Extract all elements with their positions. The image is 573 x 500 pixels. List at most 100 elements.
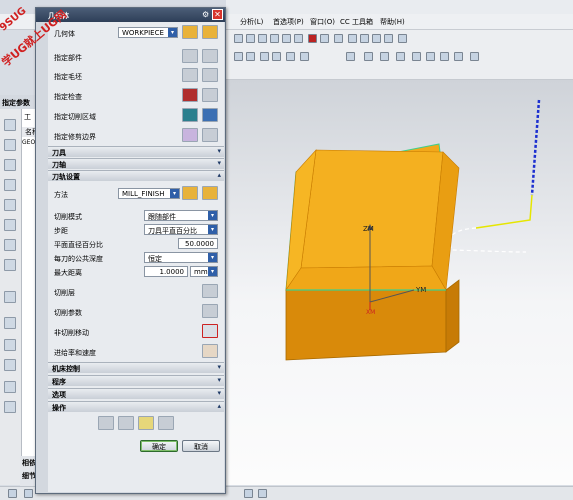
resource-doc-icon[interactable] — [4, 359, 16, 371]
close-button[interactable]: ✕ — [212, 9, 223, 20]
toolbar-snap-icon[interactable] — [396, 52, 405, 61]
toolbar-close-icon[interactable] — [470, 52, 479, 61]
toolbar-snap-icon[interactable] — [246, 52, 255, 61]
part-front-face — [285, 289, 447, 361]
cancel-button[interactable]: 取消 — [182, 440, 220, 452]
select-part-icon[interactable] — [182, 49, 198, 63]
details-panel[interactable]: 细节 — [22, 471, 36, 481]
ok-button[interactable]: 确定 — [140, 440, 178, 452]
section-actions[interactable]: 操作 ▴ — [48, 401, 224, 412]
toolbar-cube-icon[interactable] — [246, 34, 255, 43]
geometry-select[interactable]: WORKPIECE ▾ — [118, 27, 178, 38]
toolbar-snap-icon[interactable] — [440, 52, 449, 61]
list-icon[interactable] — [158, 416, 174, 430]
edit-method-icon[interactable] — [202, 186, 218, 200]
feeds-speeds-icon[interactable] — [202, 344, 218, 358]
non-cut-moves-icon[interactable] — [202, 324, 218, 338]
new-method-icon[interactable] — [182, 186, 198, 200]
resource-clock-icon[interactable] — [4, 317, 16, 329]
toolbar-wire-icon[interactable] — [294, 34, 303, 43]
toolbar-snap-icon[interactable] — [426, 52, 435, 61]
toolbar-snap-icon[interactable] — [272, 52, 281, 61]
edit-geometry-icon[interactable] — [202, 25, 218, 39]
menu-analysis[interactable]: 分析(L) — [240, 17, 263, 27]
max-distance-unit-select[interactable]: mm ▾ — [190, 266, 218, 277]
section-path-settings[interactable]: 刀轨设置 ▴ — [48, 170, 224, 181]
toolbar-snap-icon[interactable] — [364, 52, 373, 61]
resource-navigator-icon[interactable] — [4, 119, 16, 131]
toolbar-shade-icon[interactable] — [282, 34, 291, 43]
toolbar-snap-icon[interactable] — [346, 52, 355, 61]
select-cut-area-icon[interactable] — [182, 108, 198, 122]
cut-levels-icon[interactable] — [202, 284, 218, 298]
flat-diameter-label: 平面直径百分比 — [54, 241, 103, 249]
gear-icon[interactable]: ⚙ — [202, 10, 211, 19]
status-icon[interactable] — [244, 489, 253, 498]
resource-palette-icon[interactable] — [4, 291, 16, 303]
resource-help-icon[interactable] — [4, 339, 16, 351]
verify-icon[interactable] — [138, 416, 154, 430]
resource-template-icon[interactable] — [4, 199, 16, 211]
common-depth-select[interactable]: 恒定 ▾ — [144, 252, 218, 263]
menu-preferences[interactable]: 首选项(P) — [273, 17, 304, 27]
toolbar-cube-icon[interactable] — [258, 34, 267, 43]
toolbar-color-icon[interactable] — [308, 34, 317, 43]
toolbar-snap-icon[interactable] — [286, 52, 295, 61]
toolbar-snap-icon[interactable] — [412, 52, 421, 61]
toolbar-snap-icon[interactable] — [234, 52, 243, 61]
select-blank-icon[interactable] — [182, 68, 198, 82]
menu-cc-toolbox[interactable]: CC 工具箱 — [340, 17, 373, 27]
cut-params-icon[interactable] — [202, 304, 218, 318]
resource-web-icon[interactable] — [4, 219, 16, 231]
toolbar-target-icon[interactable] — [348, 34, 357, 43]
select-trim-icon[interactable] — [182, 128, 198, 142]
section-machine-control[interactable]: 机床控制 ▾ — [48, 362, 224, 373]
toolbar-sphere-icon[interactable] — [320, 34, 329, 43]
method-select[interactable]: MILL_FINISH ▾ — [118, 188, 180, 199]
generate-icon[interactable] — [98, 416, 114, 430]
status-icon[interactable] — [24, 489, 33, 498]
new-geometry-icon[interactable] — [182, 25, 198, 39]
chevron-down-icon: ▾ — [217, 159, 221, 167]
toolbar-snap-icon[interactable] — [454, 52, 463, 61]
toolbar-snap-icon[interactable] — [300, 52, 309, 61]
status-icon[interactable] — [8, 489, 17, 498]
flat-diameter-input[interactable]: 50.0000 — [178, 238, 218, 249]
section-program[interactable]: 程序 ▾ — [48, 375, 224, 386]
toolbar-sphere-icon[interactable] — [270, 34, 279, 43]
toolbar-arrow-icon[interactable] — [398, 34, 407, 43]
display-check-icon[interactable] — [202, 88, 218, 102]
section-tool[interactable]: 刀具 ▾ — [48, 146, 224, 157]
max-distance-input[interactable]: 1.0000 — [144, 266, 188, 277]
section-options[interactable]: 选项 ▾ — [48, 388, 224, 399]
menu-window[interactable]: 窗口(O) — [310, 17, 335, 27]
stepover-select[interactable]: 刀具平直百分比 ▾ — [144, 224, 218, 235]
display-cut-area-icon[interactable] — [202, 108, 218, 122]
resource-history-icon[interactable] — [4, 179, 16, 191]
section-axis[interactable]: 刀轴 ▾ — [48, 158, 224, 169]
resource-tool-icon[interactable] — [4, 401, 16, 413]
toolbar-square-icon[interactable] — [360, 34, 369, 43]
cut-pattern-label: 切削模式 — [54, 213, 82, 221]
display-part-icon[interactable] — [202, 49, 218, 63]
cut-pattern-select[interactable]: 跟随部件 ▾ — [144, 210, 218, 221]
toolbar-snap-icon[interactable] — [260, 52, 269, 61]
toolbar-square-icon[interactable] — [372, 34, 381, 43]
display-blank-icon[interactable] — [202, 68, 218, 82]
select-check-icon[interactable] — [182, 88, 198, 102]
resource-system-icon[interactable] — [4, 259, 16, 271]
toolbar-square-icon[interactable] — [384, 34, 393, 43]
status-icon[interactable] — [258, 489, 267, 498]
toolbar-cube-icon[interactable] — [234, 34, 243, 43]
resource-web-icon[interactable] — [4, 381, 16, 393]
menu-help[interactable]: 帮助(H) — [380, 17, 405, 27]
graphics-viewport[interactable]: ZM YM XM — [226, 80, 573, 485]
navigator-tab[interactable]: 工 — [24, 112, 31, 122]
toolbar-square-icon[interactable] — [334, 34, 343, 43]
display-trim-icon[interactable] — [202, 128, 218, 142]
toolbar-snap-icon[interactable] — [380, 52, 389, 61]
resource-assembly-icon[interactable] — [4, 159, 16, 171]
resource-roles-icon[interactable] — [4, 239, 16, 251]
replay-icon[interactable] — [118, 416, 134, 430]
resource-part-icon[interactable] — [4, 139, 16, 151]
